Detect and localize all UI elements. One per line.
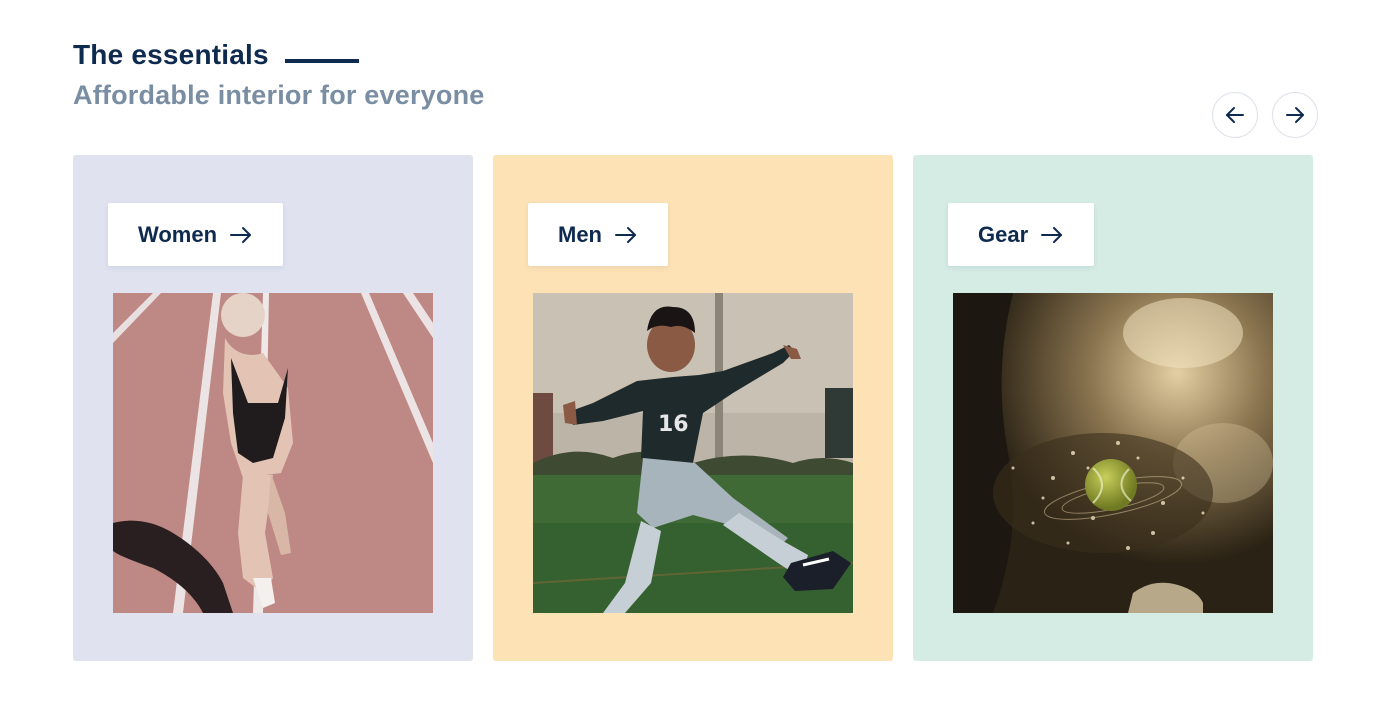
tennis-ball-image [953,293,1273,613]
svg-text:16: 16 [658,412,689,437]
category-label: Women [138,221,218,247]
category-card-gear[interactable]: Gear [913,155,1313,661]
arrow-right-icon [1286,107,1304,123]
category-card-women[interactable]: Women [73,155,473,661]
category-link-men[interactable]: Men [528,203,668,266]
arrow-right-icon [615,226,636,243]
category-label: Men [558,221,602,247]
carousel-prev-button[interactable] [1212,92,1258,138]
carousel-next-button[interactable] [1272,92,1318,138]
title-underline [284,59,359,63]
category-image-gear [953,293,1273,613]
section-title: The essentials [73,39,269,70]
category-link-women[interactable]: Women [108,203,284,266]
category-image-men: 16 [533,293,853,613]
category-image-women [113,293,433,613]
arrow-right-icon [230,226,252,243]
essentials-section: The essentials Affordable interior for e… [0,0,1385,706]
category-card-men[interactable]: Men 16 [493,155,893,661]
soccer-player-image: 16 [533,293,853,613]
section-title-row: The essentials [73,38,359,72]
section-subtitle: Affordable interior for everyone [73,80,485,110]
arrow-right-icon [1041,226,1063,243]
category-link-gear[interactable]: Gear [948,203,1095,266]
woman-running-image [113,293,433,613]
arrow-left-icon [1226,107,1244,123]
category-label: Gear [978,221,1029,247]
